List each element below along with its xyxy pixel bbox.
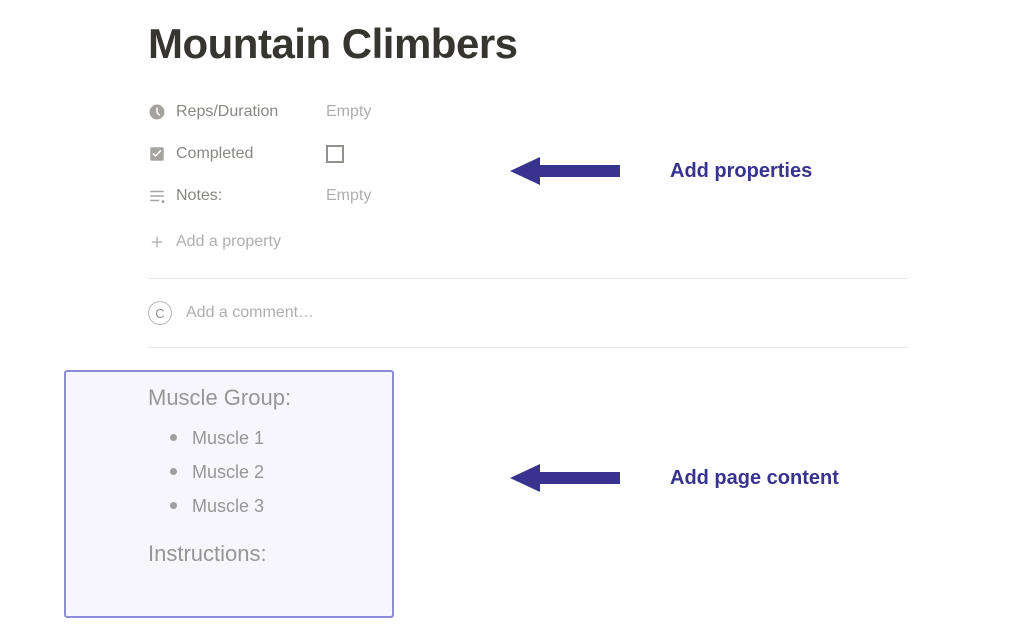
annotation-add-content: Add page content (510, 460, 839, 496)
list-item[interactable]: Muscle 1 (170, 421, 548, 455)
muscle-list[interactable]: Muscle 1 Muscle 2 Muscle 3 (170, 421, 548, 523)
annotation-add-properties: Add properties (510, 153, 812, 189)
property-value-empty[interactable]: Empty (326, 103, 908, 121)
plus-icon (148, 233, 166, 251)
page-title[interactable]: Mountain Climbers (148, 20, 924, 68)
property-value-empty[interactable]: Empty (326, 187, 908, 205)
list-item[interactable]: Muscle 2 (170, 455, 548, 489)
property-label: Completed (176, 145, 253, 163)
page-body[interactable]: Muscle Group: Muscle 1 Muscle 2 Muscle 3… (148, 385, 548, 577)
annotation-label: Add properties (670, 160, 812, 183)
instructions-heading[interactable]: Instructions: (148, 541, 548, 567)
arrow-left-icon (510, 460, 620, 496)
divider (148, 278, 908, 279)
add-property-label: Add a property (176, 233, 281, 251)
property-label: Reps/Duration (176, 103, 278, 121)
arrow-left-icon (510, 153, 620, 189)
property-label: Notes: (176, 187, 222, 205)
annotation-label: Add page content (670, 467, 839, 490)
property-reps-duration[interactable]: Reps/Duration Empty (148, 98, 908, 126)
clock-icon (148, 103, 166, 121)
avatar: C (148, 301, 172, 325)
comment-input-row[interactable]: C Add a comment… (148, 301, 908, 325)
text-icon (148, 187, 166, 205)
add-property-button[interactable]: Add a property (148, 228, 908, 256)
checkbox-unchecked[interactable] (326, 145, 344, 163)
checkbox-property-icon (148, 145, 166, 163)
muscle-group-heading[interactable]: Muscle Group: (148, 385, 548, 411)
comment-placeholder[interactable]: Add a comment… (186, 304, 314, 322)
divider (148, 347, 908, 348)
list-item[interactable]: Muscle 3 (170, 489, 548, 523)
